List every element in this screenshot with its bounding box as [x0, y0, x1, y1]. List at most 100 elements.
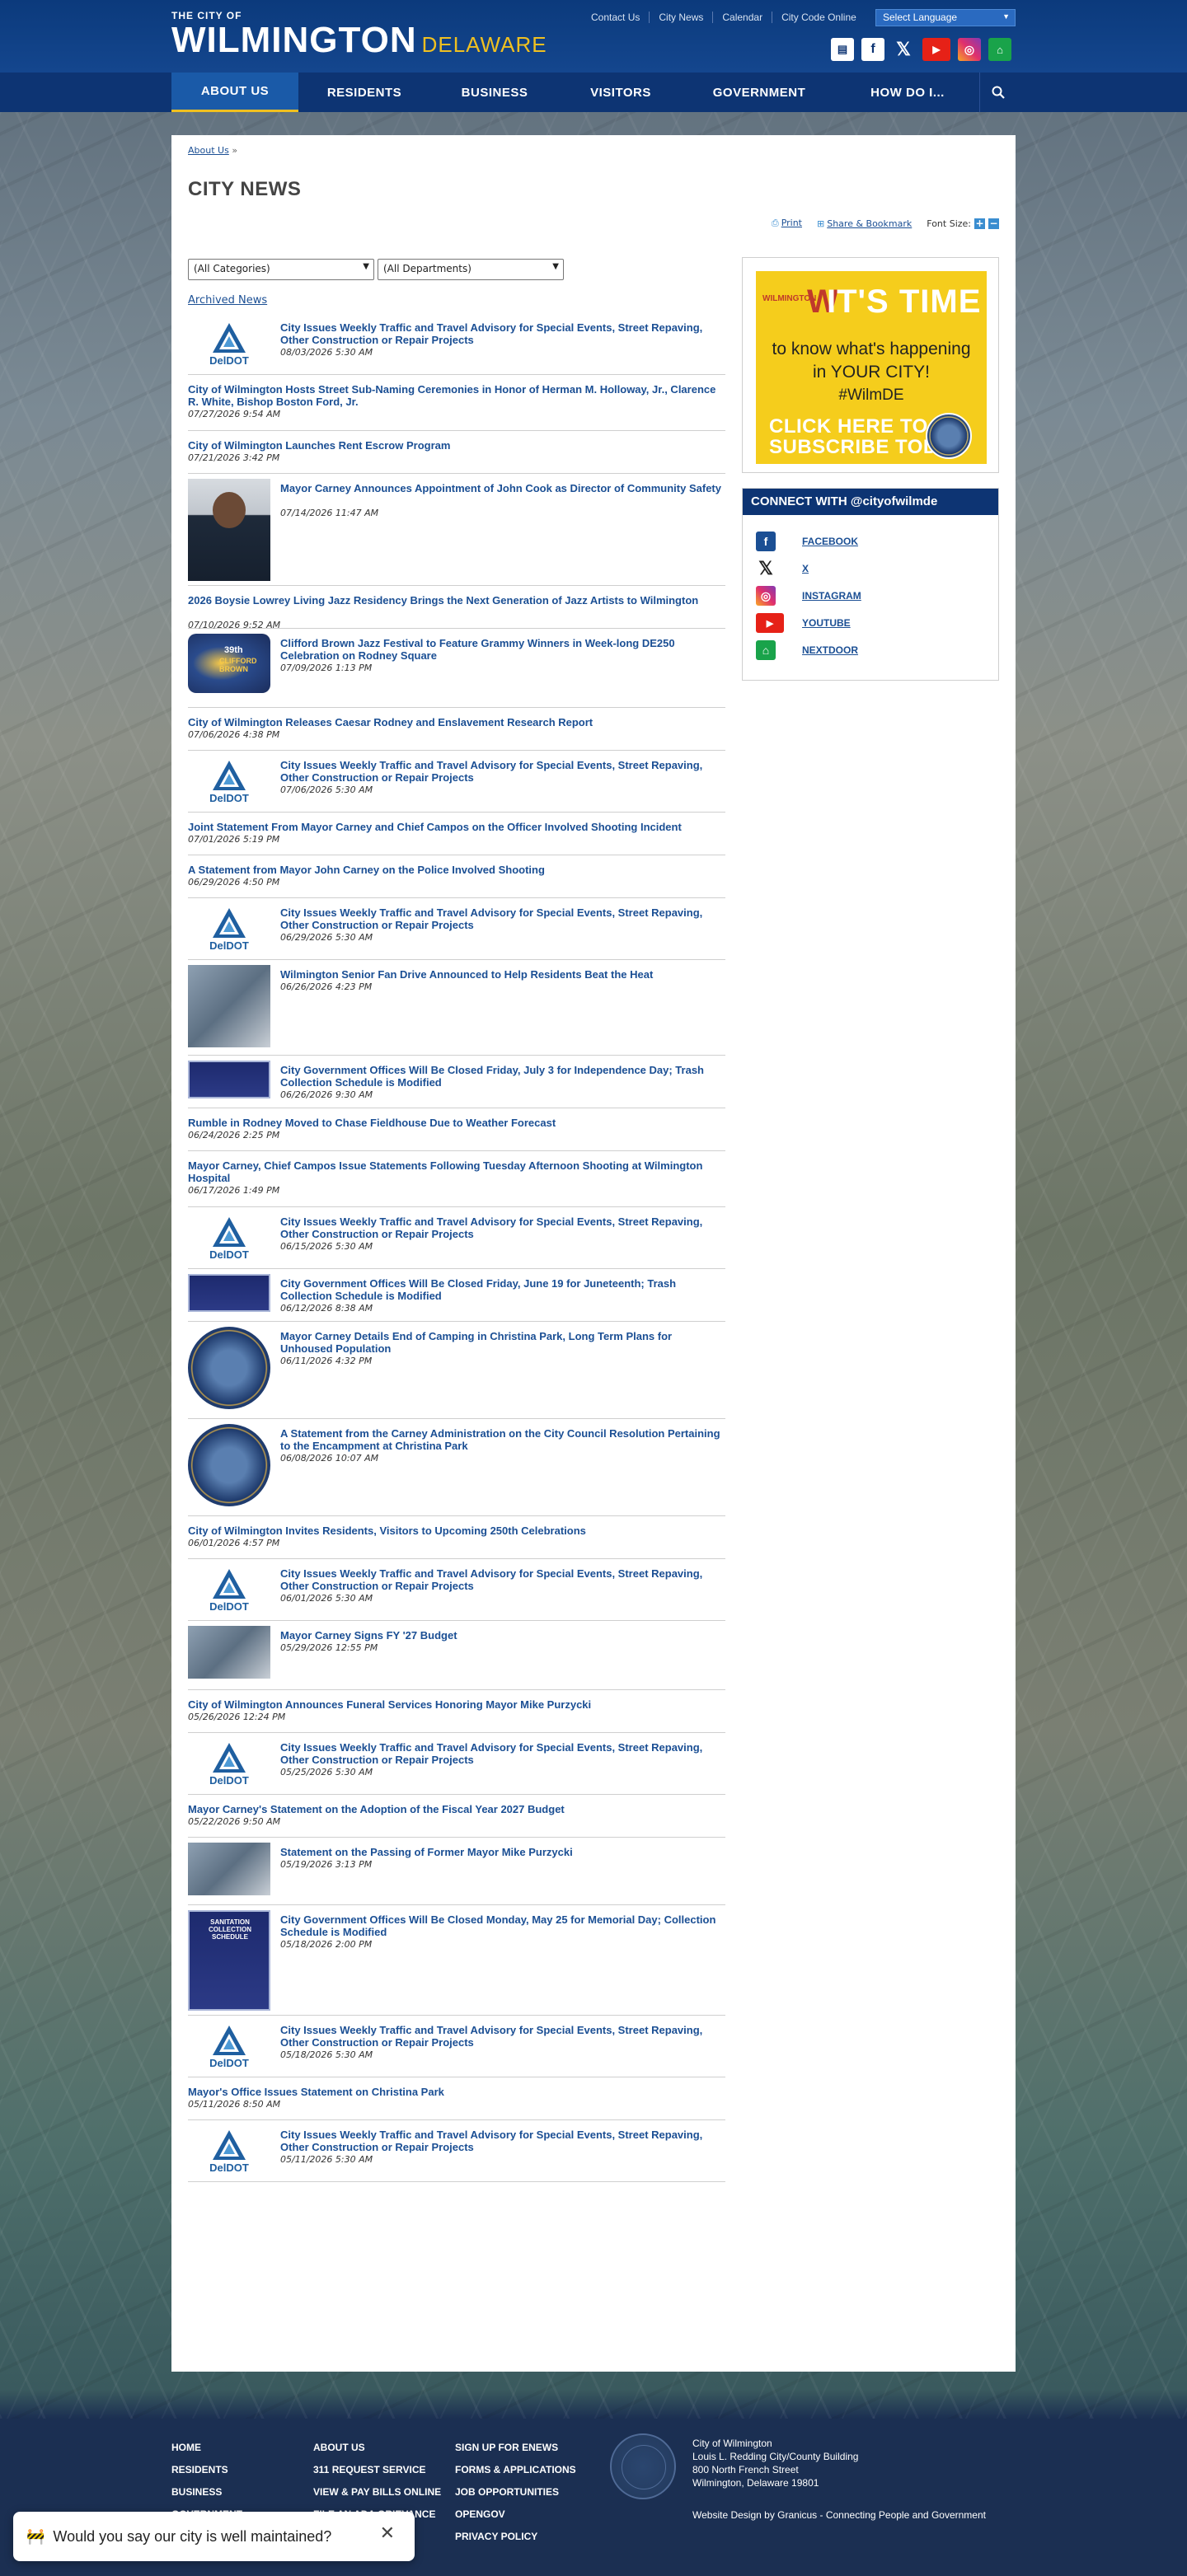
language-select[interactable]: Select Language ▼ — [875, 9, 1016, 26]
x-link[interactable]: X — [802, 563, 809, 574]
footer-residents-link[interactable]: RESIDENTS — [171, 2459, 242, 2481]
nav-residents[interactable]: RESIDENTS — [298, 73, 430, 112]
close-icon[interactable]: ✕ — [380, 2523, 395, 2544]
news-item-title[interactable]: 2026 Boysie Lowrey Living Jazz Residency… — [188, 594, 725, 607]
news-item[interactable]: City Government Offices Will Be Closed F… — [188, 1056, 725, 1108]
nav-about-us[interactable]: ABOUT US — [171, 73, 298, 112]
x-icon[interactable]: 𝕏 — [892, 38, 915, 61]
news-photo-thumbnail[interactable] — [188, 1626, 270, 1679]
news-item-title[interactable]: City Issues Weekly Traffic and Travel Ad… — [280, 2024, 725, 2049]
share-bookmark-link[interactable]: Share & Bookmark — [827, 218, 912, 229]
news-item[interactable]: 39th CLIFFORD BROWN Clifford Brown Jazz Fe… — [188, 629, 725, 708]
news-item-title[interactable]: Clifford Brown Jazz Festival to Feature … — [280, 637, 725, 662]
subscribe-promo[interactable]: WILMINGTON W IT'S TIME to know what's ha… — [742, 257, 999, 473]
news-item[interactable]: DelDOT City Issues Weekly Traffic and Tra… — [188, 1559, 725, 1621]
news-item-title[interactable]: City of Wilmington Launches Rent Escrow … — [188, 439, 725, 452]
news-item[interactable]: A Statement from Mayor John Carney on th… — [188, 855, 725, 898]
youtube-icon[interactable]: ▶ — [922, 38, 950, 61]
deldot-logo-thumbnail[interactable]: DelDOT — [188, 1564, 270, 1615]
news-item[interactable]: City of Wilmington Launches Rent Escrow … — [188, 431, 725, 474]
news-item-title[interactable]: City of Wilmington Releases Caesar Rodne… — [188, 716, 725, 728]
youtube-link[interactable]: YOUTUBE — [802, 617, 851, 629]
news-item[interactable]: DelDOT City Issues Weekly Traffic and Tra… — [188, 898, 725, 960]
news-item[interactable]: DelDOT City Issues Weekly Traffic and Tra… — [188, 1207, 725, 1269]
news-item-title[interactable]: City of Wilmington Hosts Street Sub-Nami… — [188, 383, 725, 408]
archived-news-link[interactable]: Archived News — [188, 294, 267, 307]
news-photo-thumbnail[interactable] — [188, 1843, 270, 1895]
news-item-title[interactable]: Mayor's Office Issues Statement on Chris… — [188, 2086, 725, 2098]
news-item-title[interactable]: Mayor Carney Signs FY '27 Budget — [280, 1629, 725, 1642]
news-item[interactable]: City Government Offices Will Be Closed F… — [188, 1269, 725, 1322]
instagram-icon[interactable]: ◎ — [958, 38, 981, 61]
facebook-icon[interactable]: f — [861, 38, 884, 61]
city-news-link[interactable]: City News — [650, 12, 714, 23]
news-item-title[interactable]: City Issues Weekly Traffic and Travel Ad… — [280, 1741, 725, 1766]
news-item[interactable]: DelDOT City Issues Weekly Traffic and Tra… — [188, 2016, 725, 2077]
news-item[interactable]: Mayor Carney Details End of Camping in C… — [188, 1322, 725, 1419]
deldot-logo-thumbnail[interactable]: DelDOT — [188, 2125, 270, 2176]
deldot-logo-thumbnail[interactable]: DelDOT — [188, 903, 270, 954]
news-item[interactable]: Joint Statement From Mayor Carney and Ch… — [188, 813, 725, 855]
news-item-title[interactable]: City Government Offices Will Be Closed F… — [280, 1064, 725, 1089]
news-photo-thumbnail[interactable] — [188, 965, 270, 1047]
nav-government[interactable]: GOVERNMENT — [683, 73, 836, 112]
news-item[interactable]: Mayor Carney Announces Appointment of Jo… — [188, 474, 725, 586]
news-item[interactable]: SANITATION COLLECTION SCHEDULE City Gover… — [188, 1905, 725, 2016]
facebook-link[interactable]: FACEBOOK — [802, 536, 858, 547]
city-logo[interactable]: THE CITY OF WILMINGTON DELAWARE — [171, 10, 547, 59]
footer-jobs-link[interactable]: JOB OPPORTUNITIES — [455, 2481, 576, 2503]
calendar-link[interactable]: Calendar — [713, 12, 773, 23]
city-seal-thumbnail[interactable] — [188, 1327, 270, 1409]
jazz-festival-thumbnail[interactable]: 39th CLIFFORD BROWN — [188, 634, 270, 693]
news-item[interactable]: DelDOT City Issues Weekly Traffic and Tra… — [188, 1733, 725, 1795]
news-item[interactable]: City of Wilmington Releases Caesar Rodne… — [188, 708, 725, 751]
deldot-logo-thumbnail[interactable]: DelDOT — [188, 1212, 270, 1263]
news-item[interactable]: Statement on the Passing of Former Mayor… — [188, 1838, 725, 1905]
footer-home-link[interactable]: HOME — [171, 2437, 242, 2459]
news-item-title[interactable]: City Issues Weekly Traffic and Travel Ad… — [280, 1567, 725, 1592]
instagram-link[interactable]: INSTAGRAM — [802, 590, 861, 602]
news-item-title[interactable]: Rumble in Rodney Moved to Chase Fieldhou… — [188, 1117, 725, 1129]
news-item-title[interactable]: A Statement from Mayor John Carney on th… — [188, 864, 725, 876]
footer-privacy-link[interactable]: PRIVACY POLICY — [455, 2526, 576, 2548]
news-item-title[interactable]: Mayor Carney, Chief Campos Issue Stateme… — [188, 1159, 725, 1184]
news-feed-icon[interactable]: ▤ — [831, 38, 854, 61]
nextdoor-icon[interactable]: ⌂ — [988, 38, 1011, 61]
news-item[interactable]: DelDOT City Issues Weekly Traffic and Tra… — [188, 751, 725, 813]
news-item[interactable]: A Statement from the Carney Administrati… — [188, 1419, 725, 1516]
portrait-photo-thumbnail[interactable] — [188, 479, 270, 581]
news-item[interactable]: Mayor Carney, Chief Campos Issue Stateme… — [188, 1151, 725, 1207]
search-button[interactable] — [979, 73, 1016, 112]
news-item[interactable]: DelDOT City Issues Weekly Traffic and Tra… — [188, 313, 725, 375]
sanitation-schedule-thumbnail[interactable]: SANITATION COLLECTION SCHEDULE — [188, 1910, 270, 2011]
footer-about-link[interactable]: ABOUT US — [313, 2437, 441, 2459]
footer-business-link[interactable]: BUSINESS — [171, 2481, 242, 2503]
news-item[interactable]: City of Wilmington Invites Residents, Vi… — [188, 1516, 725, 1559]
news-item[interactable]: Rumble in Rodney Moved to Chase Fieldhou… — [188, 1108, 725, 1151]
deldot-logo-thumbnail[interactable]: DelDOT — [188, 2021, 270, 2072]
city-code-link[interactable]: City Code Online — [772, 12, 866, 23]
news-item-title[interactable]: City Issues Weekly Traffic and Travel Ad… — [280, 321, 725, 346]
news-item-title[interactable]: City Government Offices Will Be Closed F… — [280, 1277, 725, 1302]
closure-notice-thumbnail[interactable] — [188, 1061, 270, 1098]
department-filter-select[interactable]: (All Departments) ▼ — [378, 259, 564, 280]
news-item[interactable]: Mayor's Office Issues Statement on Chris… — [188, 2077, 725, 2120]
survey-popup[interactable]: 🚧 Would you say our city is well maintai… — [13, 2512, 415, 2561]
news-item-title[interactable]: Mayor Carney's Statement on the Adoption… — [188, 1803, 725, 1815]
news-item[interactable]: Mayor Carney Signs FY '27 Budget 05/29/20… — [188, 1621, 725, 1690]
news-item-title[interactable]: Wilmington Senior Fan Drive Announced to… — [280, 968, 725, 981]
news-item-title[interactable]: City Issues Weekly Traffic and Travel Ad… — [280, 906, 725, 931]
breadcrumb-about-us[interactable]: About Us — [188, 145, 229, 156]
footer-pay-bills-link[interactable]: VIEW & PAY BILLS ONLINE — [313, 2481, 441, 2503]
news-item-title[interactable]: City of Wilmington Invites Residents, Vi… — [188, 1525, 725, 1537]
news-item-title[interactable]: Mayor Carney Announces Appointment of Jo… — [280, 482, 725, 494]
footer-enews-link[interactable]: SIGN UP FOR ENEWS — [455, 2437, 576, 2459]
deldot-logo-thumbnail[interactable]: DelDOT — [188, 318, 270, 369]
news-item-title[interactable]: City of Wilmington Announces Funeral Ser… — [188, 1698, 725, 1711]
news-item-title[interactable]: City Issues Weekly Traffic and Travel Ad… — [280, 2129, 725, 2153]
font-decrease-button[interactable]: − — [988, 218, 999, 229]
news-item-title[interactable]: Statement on the Passing of Former Mayor… — [280, 1846, 725, 1858]
footer-opengov-link[interactable]: OPENGOV — [455, 2503, 576, 2526]
news-item[interactable]: Wilmington Senior Fan Drive Announced to… — [188, 960, 725, 1056]
closure-notice-thumbnail[interactable] — [188, 1274, 270, 1312]
